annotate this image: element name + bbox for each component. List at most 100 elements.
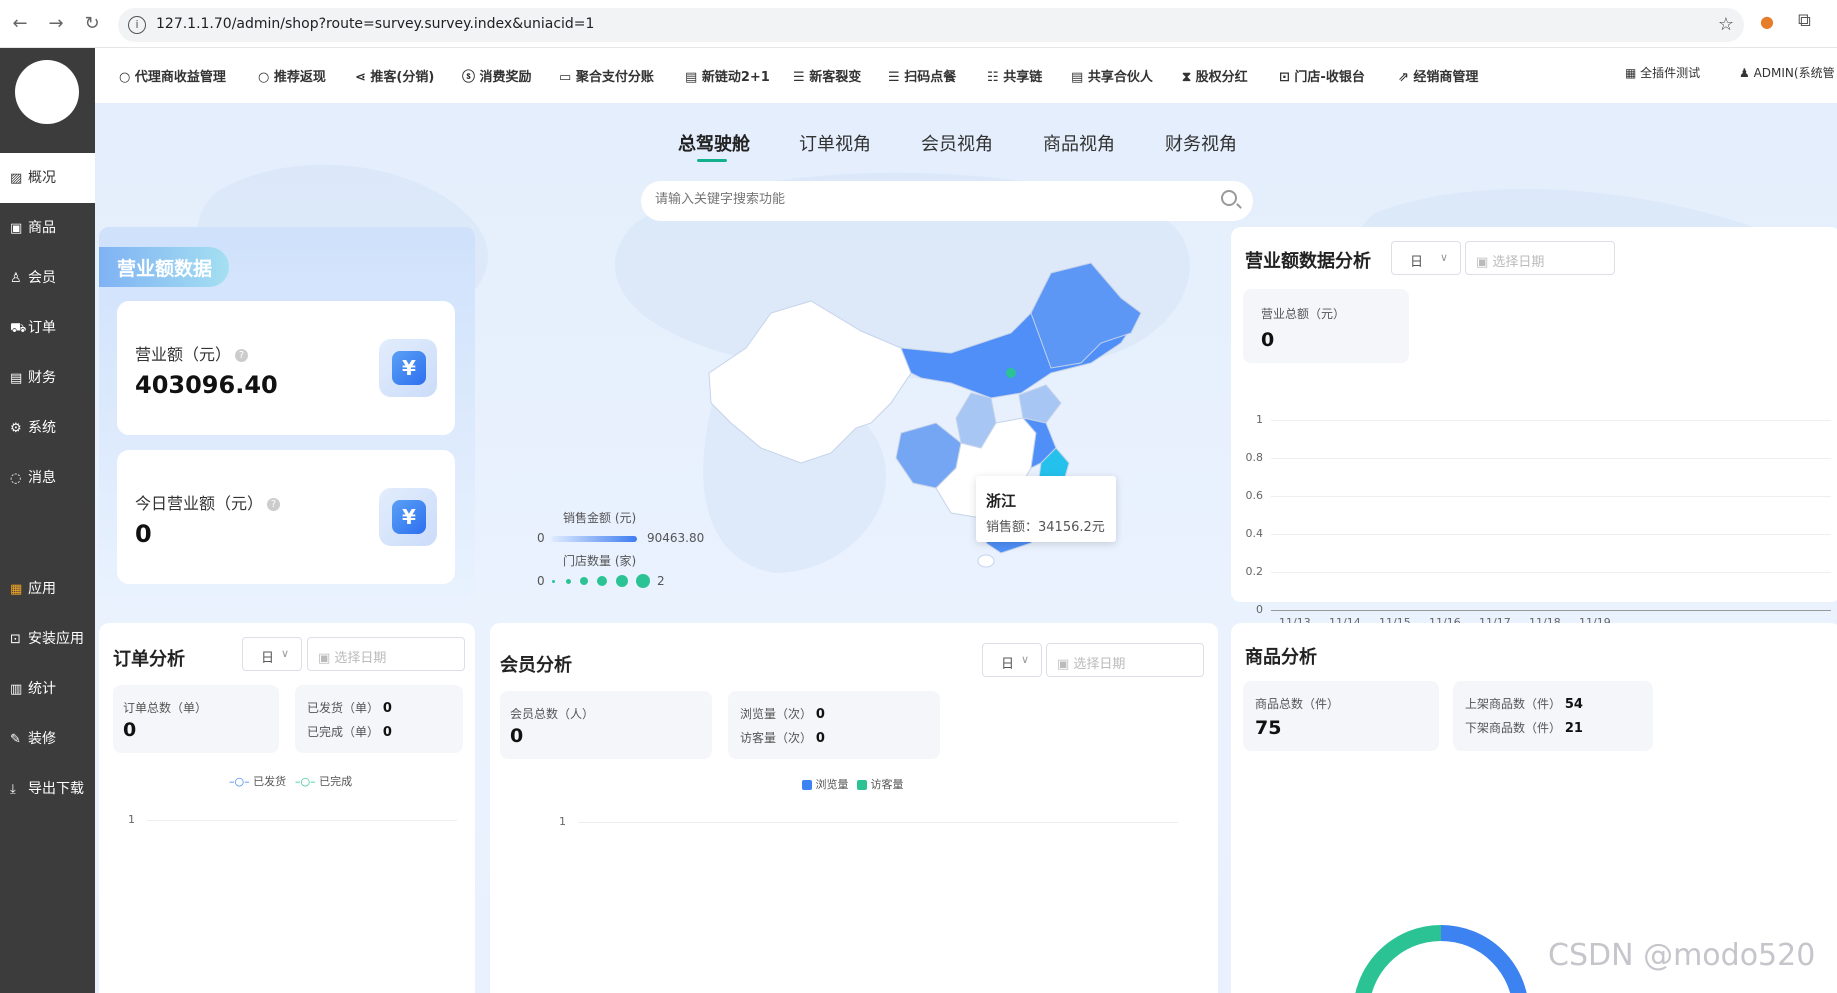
nav-aggregate-pay[interactable]: ▭ 聚合支付分账 xyxy=(559,66,654,85)
plugin-test-link[interactable]: ▦ 全插件测试 xyxy=(1625,64,1700,81)
sidebar-item-members[interactable]: ♙ 会员 xyxy=(0,253,95,303)
user-menu[interactable]: ♟ ADMIN(系统管 xyxy=(1739,64,1835,81)
gear-icon: ⚙ xyxy=(10,421,22,436)
legend-views[interactable]: 浏览量 xyxy=(802,776,849,792)
nav-label: 新链动2+1 xyxy=(701,70,770,85)
site-info-icon[interactable]: i xyxy=(128,16,146,34)
grid-line xyxy=(578,822,1178,823)
sidebar-item-messages[interactable]: ◌ 消息 xyxy=(0,453,95,503)
nav-share-chain[interactable]: ☷ 共享链 xyxy=(987,66,1042,85)
logo[interactable] xyxy=(15,60,79,124)
tab-order-view[interactable]: 订单视角 xyxy=(799,130,871,156)
period-select[interactable]: 日 ∨ xyxy=(1391,241,1461,275)
date-picker[interactable]: ▣ 选择日期 xyxy=(1465,241,1615,275)
grid-line xyxy=(147,820,457,821)
sidebar-item-export[interactable]: ⤓ 导出下载 xyxy=(0,764,95,814)
goods-off-stat: 下架商品数（件） 21 xyxy=(1465,719,1583,736)
legend-completed[interactable]: –○– 已完成 xyxy=(295,773,352,789)
revenue-analysis-card: 营业额数据分析 日 ∨ ▣ 选择日期 营业总额（元） 0 1 0.8 0.6 0.4 0.… xyxy=(1231,227,1837,629)
nav-label: 消费奖励 xyxy=(479,70,532,85)
calendar-icon: ▣ 选择日期 xyxy=(1476,255,1545,270)
nav-scan-order[interactable]: ☰ 扫码点餐 xyxy=(888,66,956,85)
sidebar-item-label: 概况 xyxy=(28,170,56,186)
shipped-label: 已发货（单） xyxy=(307,701,380,715)
nav-chain-2plus1[interactable]: ▤ 新链动2+1 xyxy=(685,66,770,85)
store-marker[interactable] xyxy=(1006,368,1016,378)
off-label: 下架商品数（件） xyxy=(1465,721,1562,735)
sidebar-item-stats[interactable]: ▥ 统计 xyxy=(0,664,95,714)
legend-label: 访客量 xyxy=(870,778,904,791)
map-region-west[interactable] xyxy=(708,300,912,464)
sidebar-item-apps[interactable]: ▦ 应用 xyxy=(0,564,95,614)
sidebar-item-label: 统计 xyxy=(28,681,56,697)
sidebar-item-overview[interactable]: ▨ 概况 xyxy=(0,153,95,203)
sidebar-item-finance[interactable]: ▤ 财务 xyxy=(0,353,95,403)
shipped-value: 0 xyxy=(382,701,392,716)
visitors-label: 访客量（次） xyxy=(740,731,813,745)
y-tick-label: 1 xyxy=(128,813,135,826)
sidebar: ▨ 概况 ▣ 商品 ♙ 会员 ⛟ 订单 ▤ 财务 ⚙ 系统 ◌ 消息 ▦ 应用 ⊡ 安装应用 ▥ 统… xyxy=(0,48,95,993)
date-picker[interactable]: ▣ 选择日期 xyxy=(307,637,465,671)
order-status-box: 已发货（单） 0 已完成（单） 0 xyxy=(295,685,463,753)
nav-store-cashier[interactable]: ⊡ 门店-收银台 xyxy=(1279,66,1365,85)
goods-on-stat: 上架商品数（件） 54 xyxy=(1465,695,1583,712)
sidebar-item-system[interactable]: ⚙ 系统 xyxy=(0,403,95,453)
message-icon: ◌ xyxy=(10,471,22,486)
nav-distribution[interactable]: ⋖ 推客(分销) xyxy=(355,66,434,85)
bookmark-star-icon[interactable]: ☆ xyxy=(1718,14,1734,35)
legend-store-min: 0 xyxy=(537,574,545,588)
map-legend: 销售金额 (元) 0 90463.80 门店数量 (家) 0 2 xyxy=(535,509,715,589)
nav-new-customer[interactable]: ☰ 新客裂变 xyxy=(793,66,861,85)
on-label: 上架商品数（件） xyxy=(1465,697,1562,711)
tab-member-view[interactable]: 会员视角 xyxy=(921,130,993,156)
nav-referral-cashback[interactable]: ○ 推荐返现 xyxy=(258,66,326,85)
tab-goods-view[interactable]: 商品视角 xyxy=(1043,130,1115,156)
sidebar-item-label: 安装应用 xyxy=(28,631,84,647)
period-select[interactable]: 日 ∨ xyxy=(982,643,1042,677)
grid-line xyxy=(1271,496,1831,497)
nav-dealer[interactable]: ⇗ 经销商管理 xyxy=(1398,66,1478,85)
nav-consume-reward[interactable]: ⓢ 消费奖励 xyxy=(462,66,532,85)
legend-sales-max: 90463.80 xyxy=(647,531,705,545)
nav-equity-dividend[interactable]: ⧗ 股权分红 xyxy=(1182,66,1248,85)
date-picker[interactable]: ▣ 选择日期 xyxy=(1046,643,1204,677)
extension-icon[interactable]: ● xyxy=(1760,12,1774,31)
search-icon[interactable] xyxy=(1221,190,1237,206)
sidebar-item-goods[interactable]: ▣ 商品 xyxy=(0,203,95,253)
feature-search[interactable] xyxy=(641,181,1253,221)
back-icon[interactable]: ← xyxy=(8,12,32,36)
shipped-stat: 已发货（单） 0 xyxy=(307,699,392,716)
order-total-value: 0 xyxy=(123,719,137,741)
order-total-box: 订单总数（单） 0 xyxy=(113,685,279,753)
cart-icon: ⛟ xyxy=(10,321,27,336)
reload-icon[interactable]: ↻ xyxy=(80,12,104,36)
nav-label: 新客裂变 xyxy=(809,70,862,85)
extensions-puzzle-icon[interactable]: ⧉ xyxy=(1798,10,1811,31)
line-marker-icon: –○– xyxy=(295,775,316,788)
help-icon[interactable]: ? xyxy=(235,349,249,362)
y-tick-label: 0.2 xyxy=(1245,565,1264,578)
legend-shipped[interactable]: –○– 已发货 xyxy=(229,773,286,789)
nav-share-partner[interactable]: ▤ 共享合伙人 xyxy=(1071,66,1153,85)
sidebar-item-install[interactable]: ⊡ 安装应用 xyxy=(0,614,95,664)
sidebar-item-decoration[interactable]: ✎ 装修 xyxy=(0,714,95,764)
nav-agent-income[interactable]: ○ 代理商收益管理 xyxy=(119,66,226,85)
sidebar-item-label: 应用 xyxy=(28,581,56,597)
period-select[interactable]: 日 ∨ xyxy=(242,637,302,671)
member-total-label: 会员总数（人） xyxy=(510,707,595,721)
url-text[interactable]: 127.1.1.70/admin/shop?route=survey.surve… xyxy=(156,16,594,32)
legend-visitors[interactable]: 访客量 xyxy=(857,776,904,792)
legend-sales-min: 0 xyxy=(537,531,545,545)
sidebar-item-orders[interactable]: ⛟ 订单 xyxy=(0,303,95,353)
tab-finance-view[interactable]: 财务视角 xyxy=(1165,130,1237,156)
today-revenue-card: 今日营业额（元）? 0 ¥ xyxy=(117,450,455,584)
forward-icon[interactable]: → xyxy=(44,12,68,36)
search-input[interactable] xyxy=(655,192,1195,207)
map-region-northeast[interactable] xyxy=(1030,262,1142,369)
chart-icon: ▨ xyxy=(10,171,23,186)
help-icon[interactable]: ? xyxy=(267,498,281,511)
map-region-hainan[interactable] xyxy=(977,554,995,568)
address-bar[interactable]: i 127.1.1.70/admin/shop?route=survey.sur… xyxy=(118,8,1744,42)
tab-cockpit[interactable]: 总驾驶舱 xyxy=(678,130,750,156)
revenue-total-label: 营业总额（元） xyxy=(1261,307,1346,321)
